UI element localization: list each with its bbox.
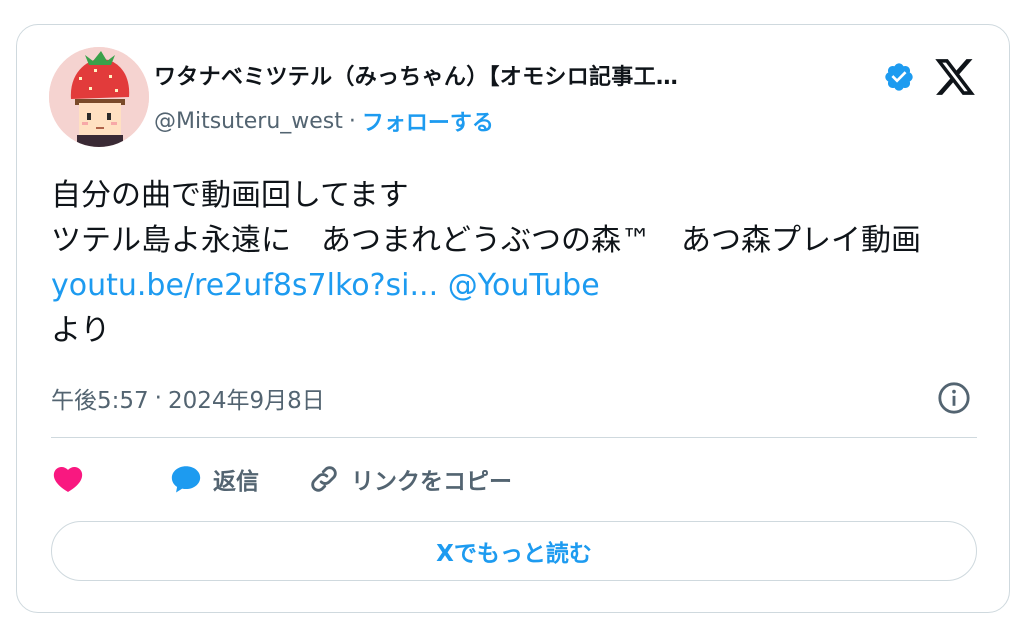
- meta-separator: ·: [154, 385, 162, 411]
- tweet-embed-card: ワタナベミツテル（みっちゃん）【オモシロ記事工… @Mitsuteru_west…: [16, 24, 1010, 613]
- avatar[interactable]: [49, 47, 149, 147]
- action-bar: 返信 リンクをコピー: [51, 461, 560, 497]
- copy-link-label: リンクをコピー: [351, 469, 512, 495]
- youtube-mention[interactable]: @YouTube: [448, 268, 600, 303]
- reply-label: 返信: [213, 469, 259, 495]
- like-button[interactable]: [51, 462, 85, 496]
- tweet-date[interactable]: 2024年9月8日: [168, 381, 325, 415]
- follow-button[interactable]: フォローする: [362, 105, 494, 137]
- handle-row: @Mitsuteru_west · フォローする: [154, 105, 494, 137]
- avatar-image: [49, 47, 149, 147]
- tweet-text-line2: ツテル島よ永遠に あつまれどうぶつの森™ あつ森プレイ動画: [51, 223, 931, 258]
- youtube-link[interactable]: youtu.be/re2uf8s7lko?si...: [51, 268, 438, 303]
- author-handle[interactable]: @Mitsuteru_west: [154, 109, 343, 134]
- separator-dot: ·: [348, 108, 356, 134]
- reply-button[interactable]: 返信: [169, 462, 259, 496]
- link-icon: [311, 466, 337, 492]
- divider: [51, 437, 977, 438]
- tweet-text-line1: 自分の曲で動画回してます: [51, 178, 409, 213]
- x-logo-icon[interactable]: [933, 55, 977, 99]
- author-display-name[interactable]: ワタナベミツテル（みっちゃん）【オモシロ記事工…: [154, 59, 678, 91]
- verified-badge-icon: [885, 63, 913, 91]
- author-name-row[interactable]: ワタナベミツテル（みっちゃん）【オモシロ記事工…: [154, 59, 678, 91]
- tweet-time[interactable]: 午後5:57: [51, 381, 149, 415]
- info-icon[interactable]: [937, 381, 971, 415]
- tweet-text: 自分の曲で動画回してます ツテル島よ永遠に あつまれどうぶつの森™ あつ森プレイ…: [51, 173, 971, 353]
- timestamp-row[interactable]: 午後5:57 · 2024年9月8日: [51, 381, 325, 415]
- heart-icon: [53, 466, 83, 492]
- copy-link-button[interactable]: リンクをコピー: [307, 462, 512, 496]
- tweet-text-end: より: [51, 313, 111, 348]
- reply-bubble-icon: [171, 466, 201, 493]
- read-more-button[interactable]: Xでもっと読む: [51, 521, 977, 581]
